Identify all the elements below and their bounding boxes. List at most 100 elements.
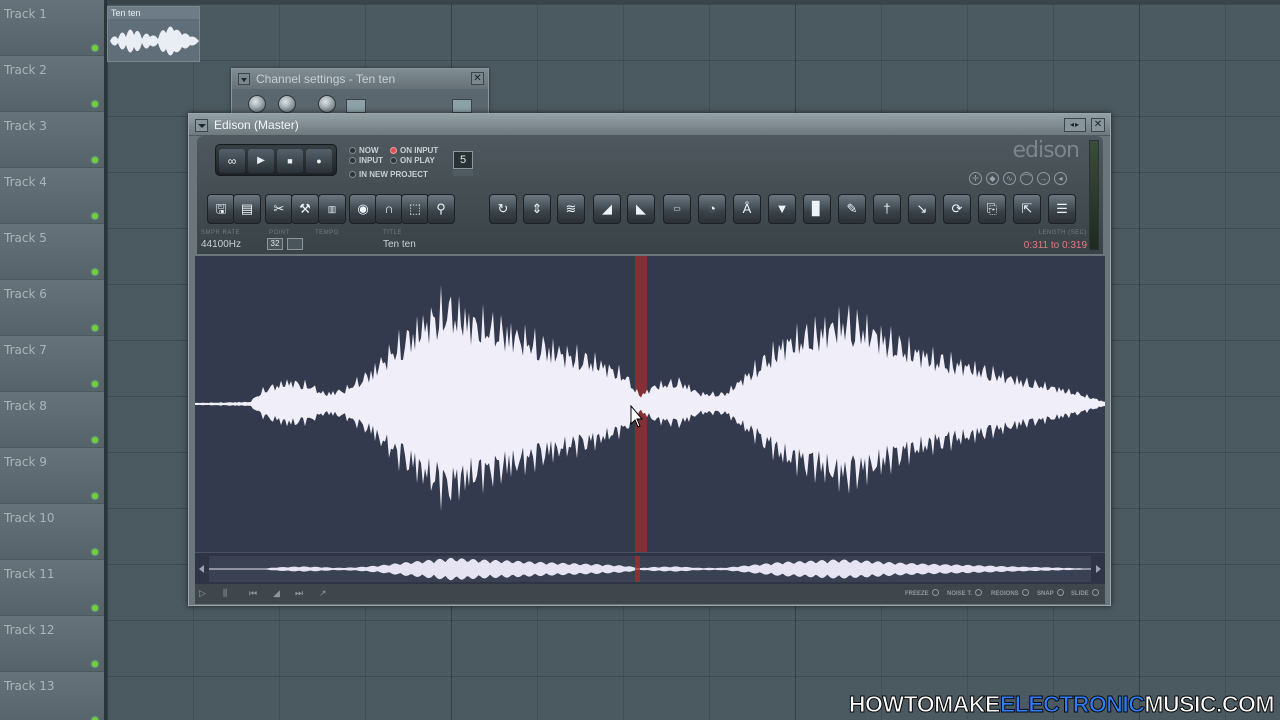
track-mute-led[interactable] xyxy=(92,45,98,51)
track-label[interactable]: Track 2 xyxy=(0,56,104,112)
loop-tool-icon[interactable]: ⟳ xyxy=(943,194,971,224)
track-label[interactable]: Track 12 xyxy=(0,616,104,672)
reverse-icon[interactable]: ↻ xyxy=(489,194,517,224)
regions-toggle[interactable]: REGIONS xyxy=(991,589,1029,597)
settings-icon[interactable]: ☰ xyxy=(1048,194,1076,224)
track-mute-led[interactable] xyxy=(92,269,98,275)
close-button[interactable]: ✕ xyxy=(1091,118,1105,132)
track-label[interactable]: Track 4 xyxy=(0,168,104,224)
declick-icon[interactable]: ≋ xyxy=(557,194,585,224)
window-menu-icon[interactable] xyxy=(238,73,250,85)
normalize-icon[interactable]: ⇕ xyxy=(523,194,551,224)
export-icon[interactable]: ⎘ xyxy=(978,194,1006,224)
track-mute-led[interactable] xyxy=(92,157,98,163)
track-label[interactable]: Track 8 xyxy=(0,392,104,448)
track-label[interactable]: Track 11 xyxy=(0,560,104,616)
close-button[interactable]: ✕ xyxy=(471,72,484,85)
record-input-option[interactable]: INPUT xyxy=(349,156,383,165)
save-icon[interactable]: 🖫 xyxy=(207,194,235,224)
slice-icon[interactable]: ↘ xyxy=(908,194,936,224)
track-label[interactable]: Track 1 xyxy=(0,0,104,56)
track-label[interactable]: Track 5 xyxy=(0,224,104,280)
timer-icon[interactable]: ◔ xyxy=(698,194,726,224)
waveform-scrollbar[interactable] xyxy=(195,552,1105,584)
record-number-slider[interactable] xyxy=(453,170,473,176)
window-menu-icon[interactable] xyxy=(195,119,208,132)
record-now-option[interactable]: NOW xyxy=(349,146,379,155)
prev-icon[interactable]: ⏮ xyxy=(249,588,257,599)
stop-button[interactable]: ■ xyxy=(277,149,303,173)
play-small-icon[interactable]: ▷ xyxy=(199,588,206,599)
track-mute-led[interactable] xyxy=(92,661,98,667)
record-on-play-option[interactable]: ON PLAY xyxy=(390,156,435,165)
track-mute-led[interactable] xyxy=(92,493,98,499)
drop-icon[interactable]: ◆ xyxy=(986,172,999,185)
track-label[interactable]: Track 9 xyxy=(0,448,104,504)
track-mute-led[interactable] xyxy=(92,101,98,107)
sample-icon[interactable]: ▥ xyxy=(318,194,346,224)
pitch-knob[interactable] xyxy=(318,95,336,113)
edison-window[interactable]: Edison (Master) ◂▸ ✕ ∞ ▶ ■ ● NOW INPUT O… xyxy=(188,113,1111,606)
waveform[interactable] xyxy=(195,256,1105,552)
window-arrows-icon[interactable]: ◂▸ xyxy=(1064,118,1086,132)
select-region-icon[interactable]: ⬚ xyxy=(401,194,429,224)
track-label[interactable]: Track 13 xyxy=(0,672,104,720)
snap-toggle[interactable]: SNAP xyxy=(1037,589,1064,597)
track-mute-led[interactable] xyxy=(92,437,98,443)
play-button[interactable]: ▶ xyxy=(248,149,274,173)
arrow-right-icon[interactable]: → xyxy=(1037,172,1050,185)
volume-knob[interactable] xyxy=(248,95,266,113)
track-label[interactable]: Track 6 xyxy=(0,280,104,336)
track-label[interactable]: Track 3 xyxy=(0,112,104,168)
fade-out-icon[interactable]: ◣ xyxy=(627,194,655,224)
pencil-icon[interactable]: ✎ xyxy=(838,194,866,224)
drag-icon[interactable]: ⇱ xyxy=(1013,194,1041,224)
fade-in-icon[interactable]: ◢ xyxy=(593,194,621,224)
next-icon[interactable]: ⏭ xyxy=(295,588,303,599)
record-in-new-project-option[interactable]: IN NEW PROJECT xyxy=(349,170,428,179)
speaker-icon[interactable]: ◂ xyxy=(1054,172,1067,185)
track-label[interactable]: Track 7 xyxy=(0,336,104,392)
crosshair-icon[interactable]: ✛ xyxy=(969,172,982,185)
slide-toggle[interactable]: SLIDE xyxy=(1071,589,1099,597)
record-button[interactable]: ● xyxy=(306,149,332,173)
snap-icon[interactable]: ⫼ xyxy=(223,588,227,599)
track-mute-led[interactable] xyxy=(92,549,98,555)
channel-settings-window[interactable]: Channel settings - Ten ten ✕ xyxy=(231,68,489,118)
pencil-small-icon[interactable]: ↗ xyxy=(319,588,327,599)
drop-icon[interactable]: ▼ xyxy=(768,194,796,224)
waveform-editor[interactable] xyxy=(195,256,1105,552)
wrench-icon[interactable]: ⚒ xyxy=(291,194,319,224)
record-on-input-option[interactable]: ON INPUT xyxy=(390,146,438,155)
channel-target-button[interactable] xyxy=(452,99,472,113)
track-mute-led[interactable] xyxy=(92,605,98,611)
marker-icon[interactable]: † xyxy=(873,194,901,224)
file-icon[interactable]: ▤ xyxy=(233,194,261,224)
record-number-box[interactable]: 5 xyxy=(453,151,473,169)
pan-knob[interactable] xyxy=(278,95,296,113)
search-icon[interactable]: ⚲ xyxy=(427,194,455,224)
eq-icon[interactable]: ▊ xyxy=(803,194,831,224)
track-label[interactable]: Track 10 xyxy=(0,504,104,560)
filter-icon[interactable]: ∿ xyxy=(1003,172,1016,185)
loop-button[interactable]: ∞ xyxy=(219,149,245,173)
eye-icon[interactable]: ◉ xyxy=(349,194,377,224)
track-mute-led[interactable] xyxy=(92,213,98,219)
track-mute-led[interactable] xyxy=(92,325,98,331)
curve-icon[interactable]: ⌒ xyxy=(1020,172,1033,185)
sample-title[interactable]: Ten ten xyxy=(383,239,416,250)
freeze-toggle[interactable]: FREEZE xyxy=(905,589,939,597)
run-icon[interactable]: ▭ xyxy=(663,194,691,224)
waveform-overview[interactable] xyxy=(195,553,1105,585)
noise-threshold-toggle[interactable]: NOISE T. xyxy=(947,589,983,597)
channel-settings-titlebar[interactable]: Channel settings - Ten ten ✕ xyxy=(232,69,488,89)
magnet-icon[interactable]: ∩ xyxy=(375,194,403,224)
point-mode-button[interactable] xyxy=(287,238,303,250)
track-mute-led[interactable] xyxy=(92,381,98,387)
audio-clip[interactable]: Ten ten xyxy=(107,6,200,62)
amp-icon[interactable]: Å xyxy=(733,194,761,224)
channel-option-button[interactable] xyxy=(346,99,366,113)
point-value[interactable]: 32 xyxy=(267,238,283,250)
edison-titlebar[interactable]: Edison (Master) ◂▸ ✕ xyxy=(189,114,1110,136)
scissors-icon[interactable]: ✂ xyxy=(265,194,293,224)
